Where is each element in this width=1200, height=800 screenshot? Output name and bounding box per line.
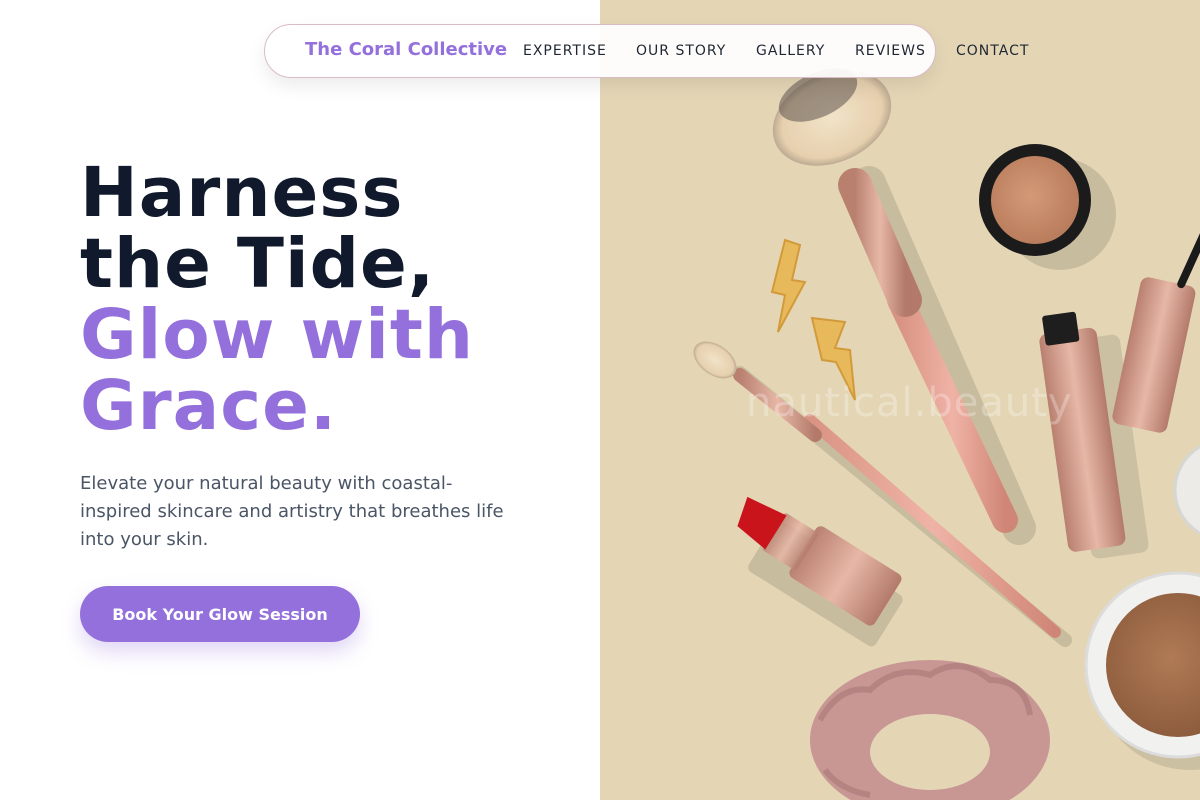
lightning-earrings (770, 238, 856, 401)
book-glow-session-button[interactable]: Book Your Glow Session (80, 586, 360, 642)
headline-line-4: Grace. (80, 366, 338, 446)
headline-line-3: Glow with (80, 295, 474, 375)
nav-link-gallery[interactable]: GALLERY (756, 43, 825, 59)
hero-subtitle: Elevate your natural beauty with coastal… (80, 473, 504, 550)
hero-image: nautical.beauty (600, 0, 1200, 800)
lip-gloss-tube (1112, 186, 1200, 433)
compact-edge (1173, 444, 1200, 536)
lipstick (737, 496, 903, 647)
headline-line-2: the Tide, (80, 224, 436, 304)
image-watermark: nautical.beauty (746, 380, 1073, 426)
cream-pot (979, 144, 1116, 270)
headline-line-1: Harness (80, 153, 404, 233)
bronzer-compact (1084, 571, 1200, 770)
nav-link-expertise[interactable]: EXPERTISE (523, 43, 607, 59)
nav-link-our-story[interactable]: OUR STORY (636, 43, 726, 59)
brand-logo[interactable]: The Coral Collective (305, 39, 507, 60)
hero-headline: Harness the Tide, Glow with Grace. (80, 158, 474, 442)
velvet-scrunchie (810, 660, 1050, 800)
nav-link-reviews[interactable]: REVIEWS (855, 43, 926, 59)
nav-link-contact[interactable]: CONTACT (956, 43, 1029, 59)
